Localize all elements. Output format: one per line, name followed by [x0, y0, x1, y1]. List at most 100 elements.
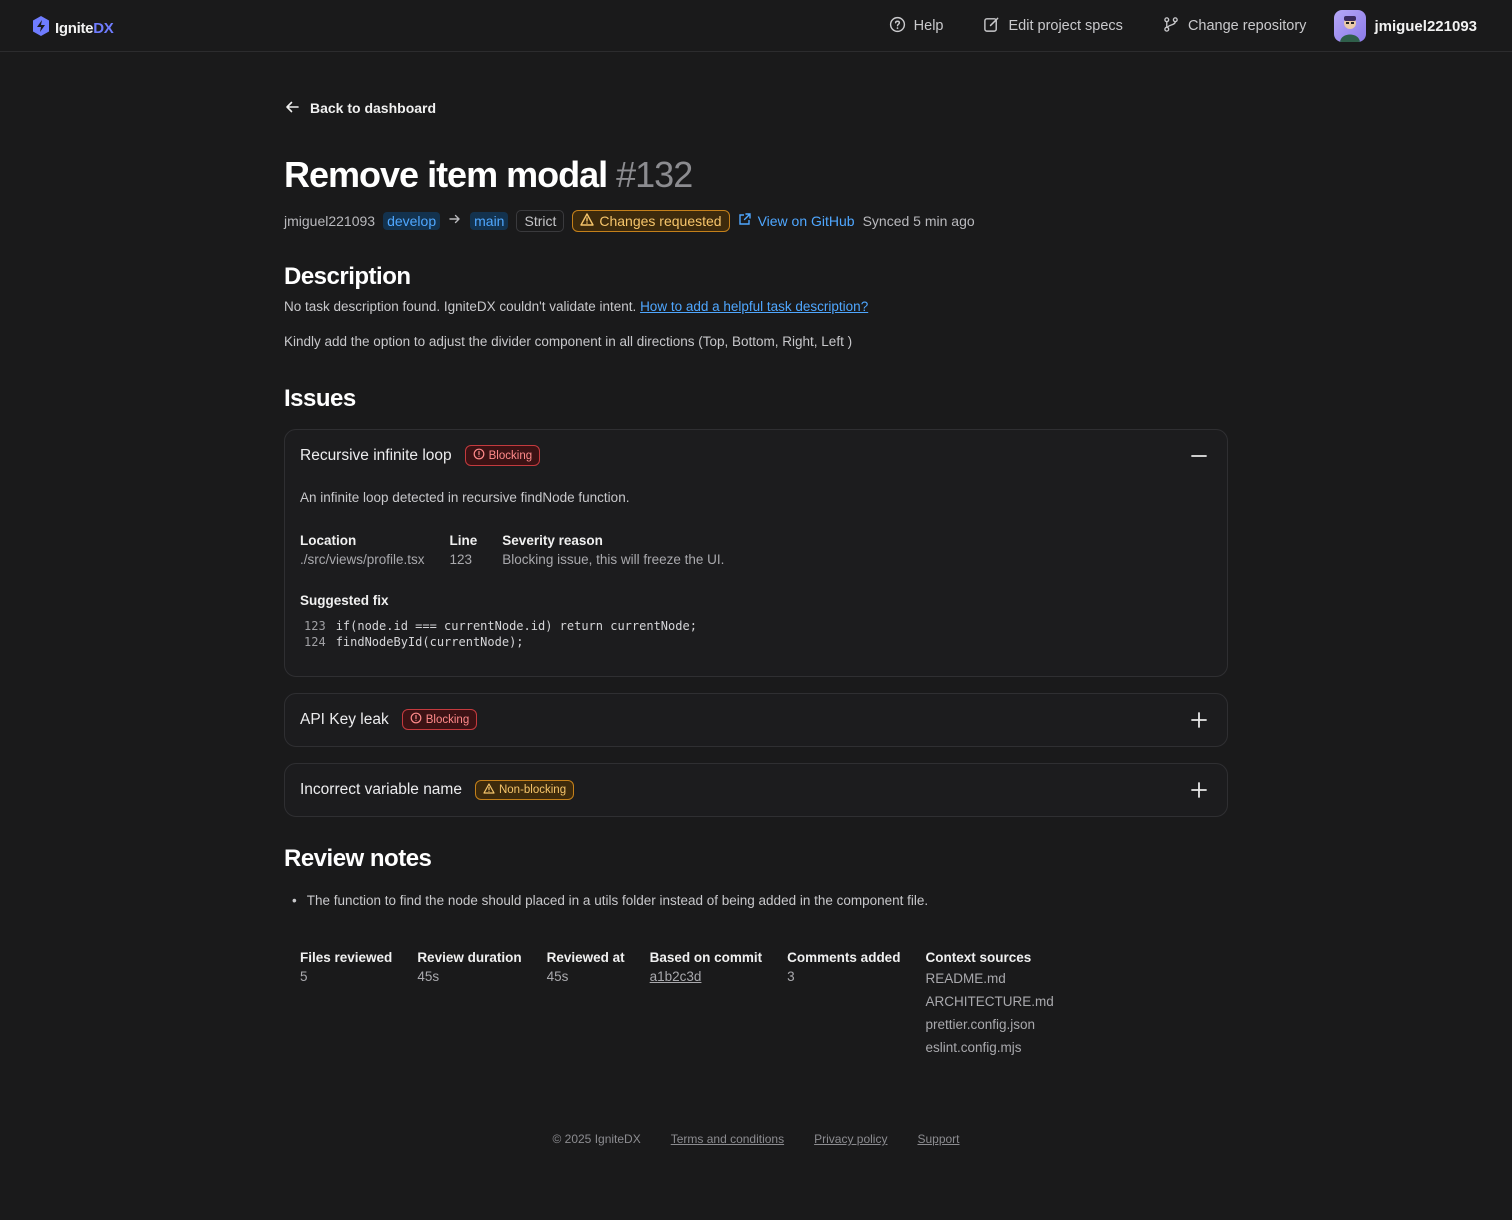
context-source-item: ARCHITECTURE.md — [925, 993, 1054, 1009]
issue-header[interactable]: API Key leak Blocking — [285, 694, 1227, 746]
issue-body: An infinite loop detected in recursive f… — [285, 482, 1227, 676]
help-circle-icon — [889, 16, 906, 37]
location-value: ./src/views/profile.tsx — [300, 551, 425, 567]
issue-fields: Location ./src/views/profile.tsx Line 12… — [300, 533, 1212, 567]
expand-plus-icon[interactable] — [1189, 710, 1209, 730]
review-duration-stat: Review duration 45s — [417, 950, 521, 1059]
suggested-fix-label: Suggested fix — [300, 592, 389, 608]
title-text: Remove item modal — [284, 154, 608, 195]
pr-meta: jmiguel221093 develop main Strict Change… — [284, 209, 1228, 233]
stat-value: 5 — [300, 968, 308, 984]
comments-added-stat: Comments added 3 — [787, 950, 900, 1059]
non-blocking-badge: Non-blocking — [474, 779, 575, 800]
warning-triangle-icon — [580, 212, 595, 229]
description-body: Kindly add the option to adjust the divi… — [284, 333, 853, 349]
edit-icon — [983, 16, 1000, 37]
line-label: Line — [449, 532, 478, 548]
context-source-item: eslint.config.mjs — [925, 1039, 1022, 1055]
code-line-number: 124 — [304, 634, 326, 649]
stat-value: 45s — [546, 968, 569, 984]
brand-name-suffix: DX — [93, 20, 114, 37]
badge-label: Blocking — [488, 449, 533, 462]
author-name: jmiguel221093 — [284, 212, 376, 229]
git-branch-icon — [1163, 16, 1180, 37]
location-field: Location ./src/views/profile.tsx — [300, 533, 425, 567]
alert-circle-icon — [473, 448, 485, 463]
copyright: © 2025 IgniteDX — [552, 1132, 641, 1146]
source-branch-chip: develop — [383, 211, 441, 230]
help-link[interactable]: Help — [889, 16, 943, 37]
terms-link[interactable]: Terms and conditions — [671, 1132, 784, 1146]
issue-header[interactable]: Recursive infinite loop Blocking — [285, 430, 1227, 482]
issue-title: Incorrect variable name — [300, 780, 462, 798]
line-field: Line 123 — [450, 533, 478, 567]
stat-label: Based on commit — [649, 949, 763, 965]
user-name: jmiguel221093 — [1374, 17, 1477, 35]
view-on-github-link[interactable]: View on GitHub — [738, 212, 855, 229]
bullet: • — [292, 892, 297, 908]
pr-number: #132 — [616, 154, 693, 195]
review-notes-heading: Review notes — [284, 844, 432, 872]
badge-label: Non-blocking — [498, 783, 567, 796]
issues-heading: Issues — [284, 384, 356, 412]
issue-card: Incorrect variable name Non-blocking — [284, 762, 1228, 817]
back-label: Back to dashboard — [310, 100, 437, 116]
collapse-minus-icon[interactable] — [1189, 446, 1209, 466]
privacy-link[interactable]: Privacy policy — [814, 1132, 887, 1146]
files-reviewed-stat: Files reviewed 5 — [300, 950, 392, 1059]
code-line: 123 if(node.id === currentNode.id) return… — [304, 618, 1212, 634]
review-stats: Files reviewed 5 Review duration 45s Rev… — [284, 950, 1228, 1059]
stat-label: Comments added — [787, 949, 901, 965]
expand-plus-icon[interactable] — [1189, 780, 1209, 800]
mode-badge: Strict — [516, 209, 565, 232]
bolt-logo-icon — [31, 15, 51, 42]
target-branch-chip: main — [470, 211, 509, 230]
issue-title: Recursive infinite loop — [300, 446, 452, 464]
brand-name-prefix: Ignite — [55, 20, 94, 37]
stat-label: Review duration — [417, 949, 522, 965]
issue-title: API Key leak — [300, 710, 389, 728]
footer: © 2025 IgniteDX Terms and conditions Pri… — [0, 1132, 1512, 1146]
stat-value: 45s — [417, 968, 440, 984]
back-to-dashboard-link[interactable]: Back to dashboard — [284, 96, 436, 120]
context-source-item: prettier.config.json — [925, 1016, 1036, 1032]
review-note-text: The function to find the node should pla… — [306, 892, 929, 908]
severity-field: Severity reason Blocking issue, this wil… — [502, 533, 724, 567]
alert-circle-icon — [410, 712, 422, 727]
top-bar: IgniteDX Help Edit project specs Change … — [0, 0, 1512, 52]
stat-label: Files reviewed — [300, 949, 393, 965]
support-link[interactable]: Support — [917, 1132, 959, 1146]
blocking-badge: Blocking — [401, 709, 478, 731]
code-line: 124 findNodeById(currentNode); — [304, 634, 1212, 650]
line-value: 123 — [449, 551, 473, 567]
arrow-right-icon — [448, 212, 462, 229]
status-label: Changes requested — [599, 212, 722, 229]
top-nav: Help Edit project specs Change repositor… — [849, 10, 1477, 42]
issue-card: Recursive infinite loop Blocking An infi… — [284, 428, 1228, 677]
reviewed-at-stat: Reviewed at 45s — [547, 950, 625, 1059]
user-menu[interactable]: jmiguel221093 — [1334, 10, 1477, 42]
main-content: Back to dashboard Remove item modal #132… — [284, 96, 1228, 1059]
issue-summary: An infinite loop detected in recursive f… — [300, 489, 630, 505]
external-link-icon — [738, 212, 752, 229]
issue-header[interactable]: Incorrect variable name Non-blocking — [285, 764, 1227, 816]
brand-logo[interactable]: IgniteDX — [31, 15, 114, 42]
edit-specs-label: Edit project specs — [1008, 18, 1123, 34]
stat-label: Context sources — [925, 949, 1032, 965]
synced-status: Synced 5 min ago — [862, 212, 975, 229]
severity-label: Severity reason — [502, 532, 603, 548]
stat-label: Reviewed at — [546, 949, 625, 965]
blocking-badge: Blocking — [464, 445, 541, 467]
code-line-text: if(node.id === currentNode.id) return cu… — [335, 618, 697, 633]
stat-value: 3 — [787, 968, 795, 984]
issue-card: API Key leak Blocking — [284, 692, 1228, 747]
code-line-number: 123 — [304, 618, 326, 633]
edit-project-specs-link[interactable]: Edit project specs — [983, 16, 1123, 37]
commit-link[interactable]: a1b2c3d — [650, 969, 763, 984]
github-link-label: View on GitHub — [757, 212, 855, 229]
change-repository-link[interactable]: Change repository — [1163, 16, 1306, 37]
helpful-description-link[interactable]: How to add a helpful task description? — [640, 299, 868, 314]
description-warning: No task description found. IgniteDX coul… — [284, 299, 1228, 314]
description-heading: Description — [284, 262, 411, 290]
arrow-left-icon — [284, 99, 300, 118]
